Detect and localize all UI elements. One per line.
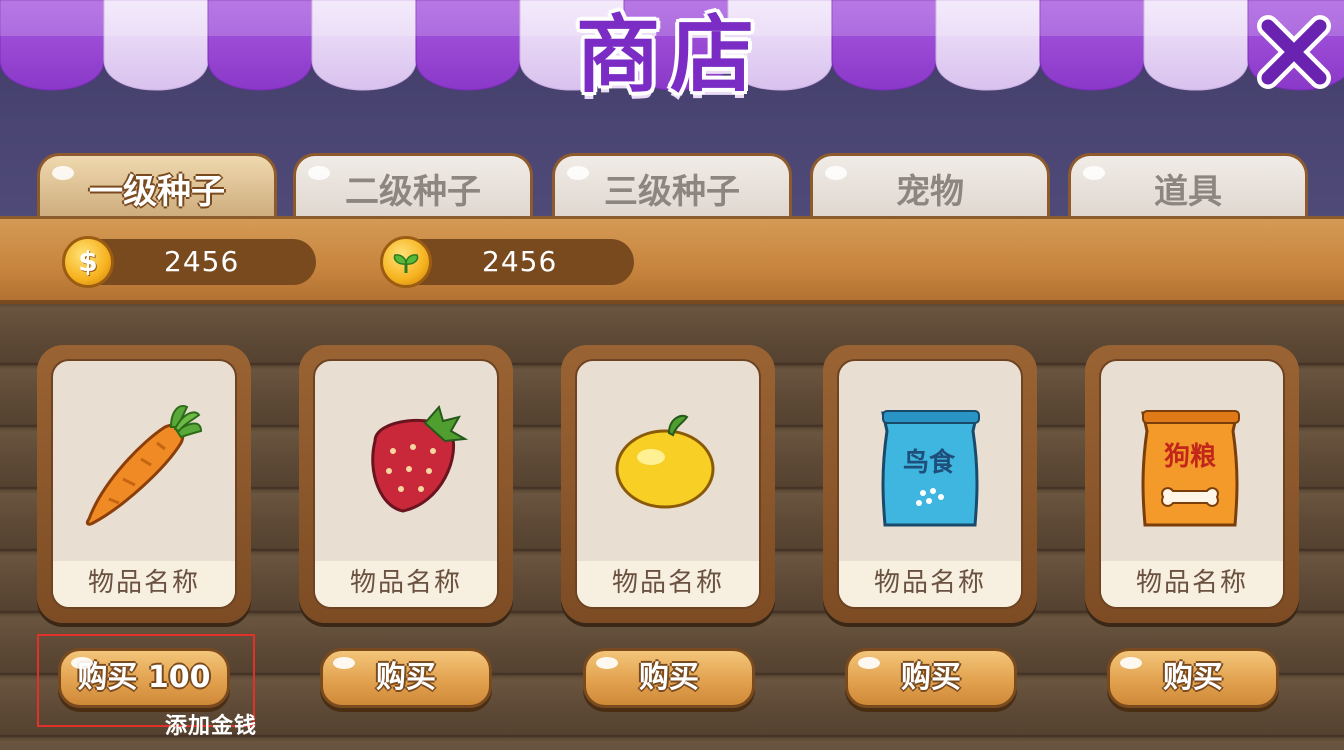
tab-pets[interactable]: 宠物 <box>810 153 1050 225</box>
item-card[interactable]: 物品名称 <box>299 345 513 623</box>
tab-level1-seeds[interactable]: 一级种子 <box>37 153 277 225</box>
bag-text: 狗粮 <box>1164 441 1216 472</box>
item-card-inner: 物品名称 <box>575 359 761 609</box>
buy-button[interactable]: 购买 <box>583 648 755 708</box>
buy-button[interactable]: 购买 <box>1107 648 1279 708</box>
shop-title: 商店 <box>575 6 764 104</box>
bag-text: 鸟食 <box>903 447 956 478</box>
button-shine <box>333 657 355 669</box>
buy-button-label: 购买 <box>639 660 699 695</box>
carrot-icon <box>85 405 203 526</box>
button-shine <box>1120 657 1142 669</box>
tab-label: 道具 <box>1154 172 1222 212</box>
item-card-inner: 物品名称 <box>313 359 499 609</box>
item-card[interactable]: 鸟食 物品名称 <box>823 345 1037 623</box>
item-name: 物品名称 <box>1101 561 1283 607</box>
button-shine <box>858 657 880 669</box>
item-card[interactable]: 物品名称 <box>37 345 251 623</box>
tab-label: 二级种子 <box>345 172 481 212</box>
currency-bar: 2456 $ 2456 <box>0 216 1344 304</box>
gold-amount: 2456 <box>164 245 240 278</box>
tab-shine <box>1083 166 1105 180</box>
item-card-inner: 狗粮 物品名称 <box>1099 359 1285 609</box>
button-shine <box>596 657 618 669</box>
tab-shine <box>52 166 74 180</box>
bird-food-bag-icon: 鸟食 <box>881 410 980 527</box>
item-card-inner: 物品名称 <box>51 359 237 609</box>
item-name: 物品名称 <box>53 561 235 607</box>
item-card[interactable]: 物品名称 <box>561 345 775 623</box>
gold-coin-icon: $ <box>62 236 114 288</box>
tab-label: 宠物 <box>896 172 964 212</box>
close-x-icon[interactable] <box>1256 14 1332 90</box>
shop-screen: 商店 一级种子 二级种子 三级种子 宠物 道具 2456 $ 2456 物品名称… <box>0 0 1344 750</box>
tab-shine <box>308 166 330 180</box>
orange-fruit-icon <box>615 414 715 509</box>
dog-food-bag-icon: 狗粮 <box>1141 410 1240 527</box>
item-name: 物品名称 <box>315 561 497 607</box>
buy-button-label: 购买 <box>376 660 436 695</box>
tab-label: 三级种子 <box>604 172 740 212</box>
tab-label: 一级种子 <box>89 172 225 212</box>
tab-level3-seeds[interactable]: 三级种子 <box>552 153 792 225</box>
tab-props[interactable]: 道具 <box>1068 153 1308 225</box>
item-card[interactable]: 狗粮 物品名称 <box>1085 345 1299 623</box>
buy-button[interactable]: 购买 <box>845 648 1017 708</box>
sprout-coin-icon <box>380 236 432 288</box>
buy-button-label: 购买 <box>1163 660 1223 695</box>
strawberry-icon <box>371 404 469 513</box>
add-money-link[interactable]: 添加金钱 <box>165 708 257 740</box>
item-card-inner: 鸟食 物品名称 <box>837 359 1023 609</box>
gold-coin-symbol: $ <box>78 245 98 278</box>
tab-shine <box>567 166 589 180</box>
seed-amount: 2456 <box>482 245 558 278</box>
tab-shine <box>825 166 847 180</box>
item-name: 物品名称 <box>577 561 759 607</box>
buy-button-label: 购买 <box>901 660 961 695</box>
buy-button[interactable]: 购买 <box>320 648 492 708</box>
tab-level2-seeds[interactable]: 二级种子 <box>293 153 533 225</box>
item-name: 物品名称 <box>839 561 1021 607</box>
